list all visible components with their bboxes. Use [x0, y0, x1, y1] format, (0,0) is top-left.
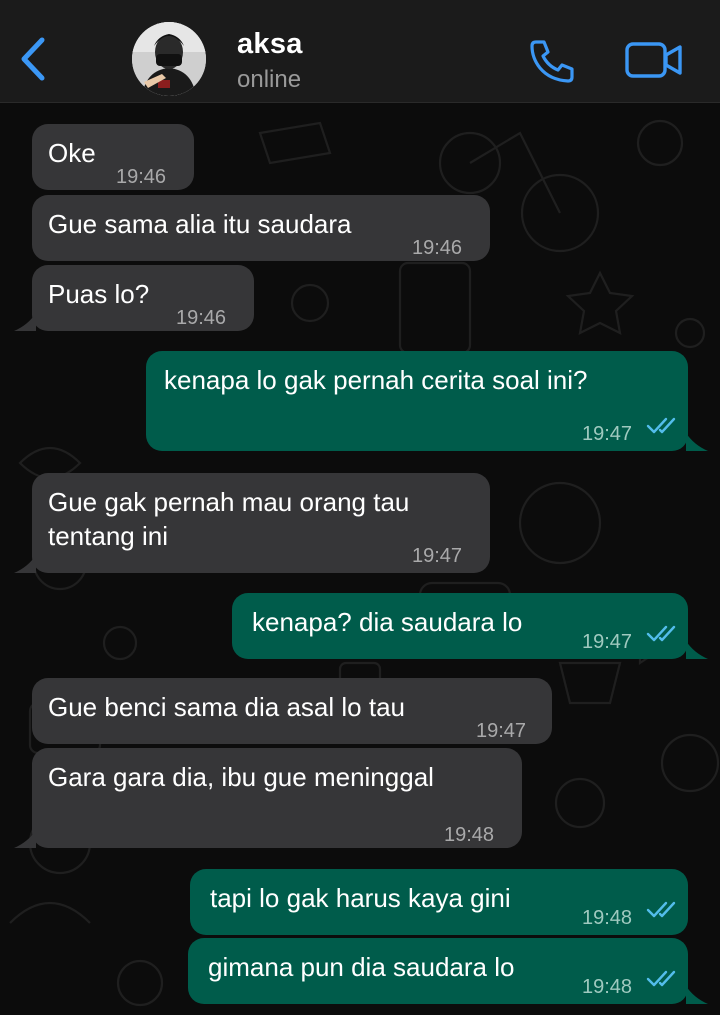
message-time: 19:47 [476, 720, 527, 742]
message-time: 19:46 [116, 166, 167, 188]
message-incoming[interactable]: Puas lo? 19:46 [32, 265, 254, 331]
message-outgoing[interactable]: kenapa lo gak pernah cerita soal ini? 19… [146, 351, 688, 451]
message-text: Oke [48, 138, 96, 168]
bubble-tail [14, 313, 36, 331]
chat-header: aksa online [0, 0, 720, 103]
video-camera-icon [625, 42, 682, 78]
back-button[interactable] [18, 36, 48, 82]
bubble-tail [686, 986, 708, 1004]
contact-photo [132, 22, 206, 96]
message-text: Gue sama alia itu saudara [48, 209, 352, 239]
bubble-tail [686, 641, 708, 659]
message-text: tapi lo gak harus kaya gini [210, 883, 511, 913]
message-text: Puas lo? [48, 279, 150, 309]
voice-call-button[interactable] [528, 38, 576, 84]
contact-name[interactable]: aksa [237, 28, 303, 61]
avatar[interactable] [132, 22, 206, 96]
message-time: 19:47 [582, 631, 633, 653]
message-text: kenapa? dia saudara lo [252, 607, 523, 637]
message-time: 19:47 [412, 545, 463, 567]
message-outgoing[interactable]: kenapa? dia saudara lo 19:47 [232, 593, 688, 659]
bubble-tail [14, 830, 36, 848]
message-incoming[interactable]: Oke 19:46 [32, 124, 194, 190]
message-outgoing[interactable]: gimana pun dia saudara lo 19:48 [188, 938, 688, 1004]
message-incoming[interactable]: Gara gara dia, ibu gue meninggal 19:48 [32, 748, 522, 848]
message-incoming[interactable]: Gue sama alia itu saudara 19:46 [32, 195, 490, 261]
bubble-tail [14, 555, 36, 573]
phone-icon [530, 40, 574, 83]
chevron-left-icon [21, 37, 45, 81]
read-receipt-icon [646, 901, 676, 918]
video-call-button[interactable] [624, 40, 684, 80]
message-time: 19:48 [444, 824, 495, 846]
message-time: 19:46 [412, 237, 463, 259]
read-receipt-icon [646, 625, 676, 642]
message-text: kenapa lo gak pernah cerita soal ini? [164, 365, 588, 395]
message-text: Gue benci sama dia asal lo tau [48, 692, 405, 722]
read-receipt-icon [646, 417, 676, 434]
chat-area[interactable]: Oke 19:46 Gue sama alia itu saudara 19:4… [0, 103, 720, 1015]
message-incoming[interactable]: Gue gak pernah mau orang tau tentang ini… [32, 473, 490, 573]
message-text: gimana pun dia saudara lo [208, 952, 515, 982]
message-text: Gara gara dia, ibu gue meninggal [48, 762, 434, 792]
message-time: 19:48 [582, 907, 633, 929]
message-time: 19:48 [582, 976, 633, 998]
message-outgoing[interactable]: tapi lo gak harus kaya gini 19:48 [190, 869, 688, 935]
contact-status: online [237, 66, 302, 93]
message-time: 19:47 [582, 423, 633, 445]
read-receipt-icon [646, 970, 676, 987]
bubble-tail [686, 433, 708, 451]
message-time: 19:46 [176, 307, 227, 329]
message-incoming[interactable]: Gue benci sama dia asal lo tau 19:47 [32, 678, 552, 744]
